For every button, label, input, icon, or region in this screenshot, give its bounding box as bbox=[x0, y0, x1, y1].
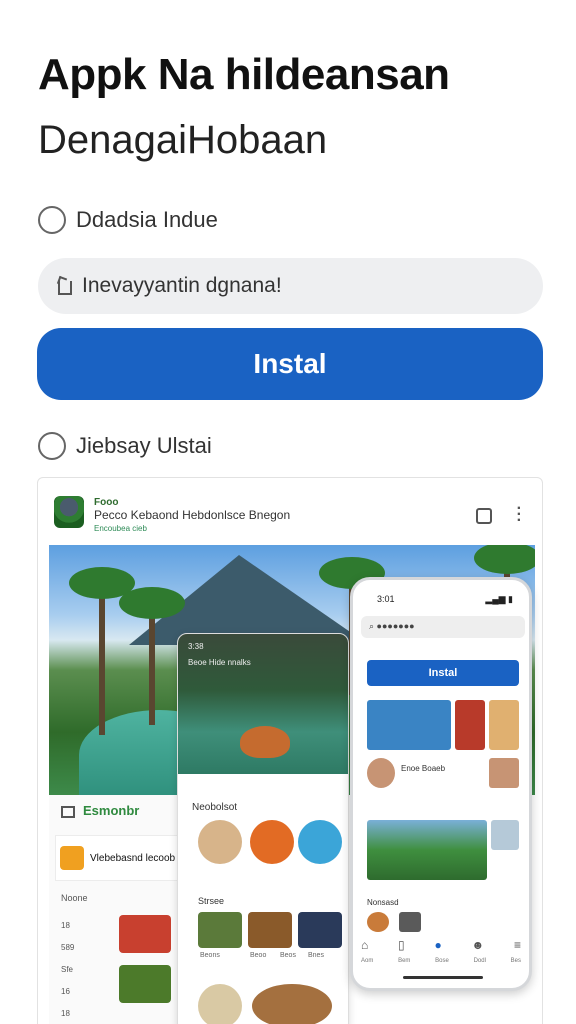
photo-tile bbox=[399, 912, 421, 932]
pot-image bbox=[240, 726, 290, 758]
phone-text-2: Nonsasd bbox=[367, 898, 399, 907]
profile-image bbox=[489, 758, 519, 788]
caption: Bnes bbox=[308, 952, 324, 959]
caption: Beons bbox=[200, 952, 220, 959]
mid-header: Beoe Hide nnalks bbox=[188, 658, 251, 667]
mid-title: Neobolsot bbox=[192, 802, 238, 813]
option-1-label: Ddadsia Indue bbox=[76, 207, 218, 232]
photo-tile bbox=[489, 700, 519, 750]
discover-icon[interactable]: ● bbox=[434, 938, 441, 952]
tile-image bbox=[298, 912, 342, 948]
item-thumbnail bbox=[60, 846, 84, 870]
caption: Beos bbox=[280, 952, 296, 959]
search-text: Inevayyantin dgnana! bbox=[82, 274, 282, 297]
search-field[interactable]: Inevayyantin dgnana! bbox=[38, 258, 543, 314]
phone-mockup: 3:01 ▂▄▆ ▮ ⌕ ●●●●●●● Instal Enoe Boaeb N… bbox=[350, 577, 532, 991]
phone-install-button[interactable]: Instal bbox=[367, 660, 519, 686]
app-subtitle: DenagaiHobaan bbox=[38, 118, 328, 162]
option-1-row[interactable]: Ddadsia Indue bbox=[38, 206, 218, 234]
share-icon bbox=[56, 277, 72, 295]
mid-sub: Strsee bbox=[198, 896, 225, 906]
radio-button-2[interactable] bbox=[38, 432, 66, 460]
menu-icon[interactable]: ≡ bbox=[514, 938, 521, 952]
option-2-label: Jiebsay Ulstai bbox=[76, 433, 212, 458]
food-image bbox=[119, 915, 171, 953]
home-indicator bbox=[403, 976, 483, 979]
promo-card: Fooo Pecco Kebaond Hebdonlsce Bnegon Enc… bbox=[37, 477, 543, 1024]
option-2-row[interactable]: Jiebsay Ulstai bbox=[38, 432, 212, 460]
food-image bbox=[367, 912, 389, 932]
left-list: 18 589 Sfe 16 18 bbox=[61, 921, 75, 1018]
bowl-image bbox=[252, 984, 332, 1024]
radio-button-1[interactable] bbox=[38, 206, 66, 234]
food-image bbox=[119, 965, 171, 1003]
left-panel: Esmonbr Vlebebasnd lecoob Noone 18 589 S… bbox=[49, 795, 189, 1024]
bookmark-icon[interactable]: ▯ bbox=[398, 938, 405, 952]
phone-time: 3:01 bbox=[377, 594, 395, 604]
tile-image bbox=[248, 912, 292, 948]
left-item[interactable]: Vlebebasnd lecoob bbox=[55, 835, 183, 881]
app-title: Appk Na hildeansan bbox=[38, 50, 450, 99]
phone-nav: ⌂ ▯ ● ☻ ≡ bbox=[361, 938, 521, 952]
food-image bbox=[298, 820, 342, 864]
signal-icon: ▂▄▆ ▮ bbox=[485, 594, 513, 604]
share-icon[interactable] bbox=[476, 508, 492, 524]
bowl-image bbox=[198, 984, 242, 1024]
card-head-line-2: Pecco Kebaond Hebdonlsce Bnegon bbox=[94, 508, 291, 522]
home-icon[interactable]: ⌂ bbox=[361, 938, 368, 952]
middle-phone-card: 3:38 Beoe Hide nnalks Neobolsot Strsee B… bbox=[177, 633, 349, 1024]
phone-search[interactable]: ⌕ ●●●●●●● bbox=[361, 616, 525, 638]
card-head-line-3: Encoubea cieb bbox=[94, 524, 147, 533]
landscape-tile bbox=[367, 820, 487, 880]
profile-icon[interactable]: ☻ bbox=[472, 938, 485, 952]
tile-image bbox=[198, 912, 242, 948]
mid-status: 3:38 bbox=[188, 642, 204, 651]
avatar bbox=[54, 496, 84, 528]
caption: Beoo bbox=[250, 952, 267, 959]
profile-image bbox=[198, 820, 242, 864]
profile-image bbox=[367, 758, 395, 788]
photo-tile bbox=[491, 820, 519, 850]
photo-tile bbox=[455, 700, 485, 750]
card-header: Fooo Pecco Kebaond Hebdonlsce Bnegon Enc… bbox=[54, 496, 290, 535]
food-image bbox=[250, 820, 294, 864]
photo-tile bbox=[367, 700, 451, 750]
phone-nav-labels: Aom Bem Bose Dodl Bes bbox=[361, 958, 521, 964]
left-tab[interactable]: Esmonbr bbox=[61, 803, 139, 818]
install-button[interactable]: Instal bbox=[37, 328, 543, 400]
left-label: Noone bbox=[61, 893, 88, 903]
folder-icon bbox=[61, 805, 75, 818]
more-options-icon[interactable]: · · · bbox=[517, 501, 522, 529]
phone-text-1: Enoe Boaeb bbox=[401, 764, 446, 773]
left-item-label: Vlebebasnd lecoob bbox=[90, 852, 176, 864]
